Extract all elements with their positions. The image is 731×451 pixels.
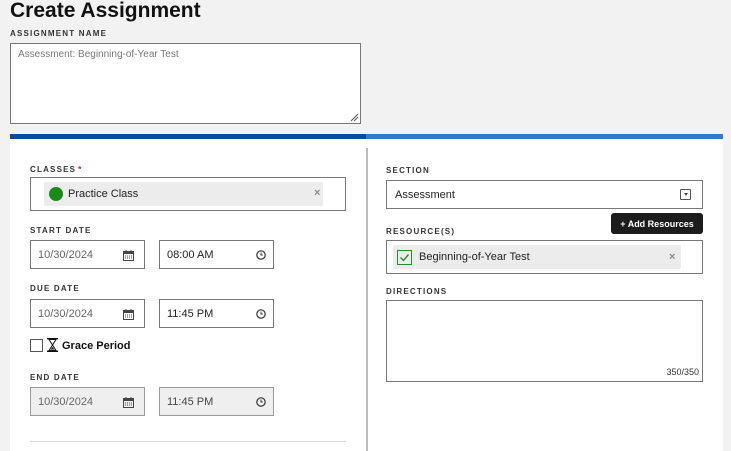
end-date-label: END DATE <box>30 373 80 382</box>
start-date-value: 10/30/2024 <box>38 248 94 261</box>
check-icon <box>397 249 412 265</box>
grace-period-checkbox[interactable] <box>30 339 43 352</box>
end-time-value: 11:45 PM <box>167 395 214 408</box>
section-select[interactable]: Assessment <box>386 180 703 209</box>
start-time-value: 08:00 AM <box>167 248 214 261</box>
classes-label: CLASSES * <box>30 165 83 174</box>
page-title: Create Assignment <box>10 0 201 22</box>
due-date-value: 10/30/2024 <box>38 307 94 320</box>
calendar-icon[interactable] <box>123 309 134 320</box>
calendar-icon[interactable] <box>123 397 134 408</box>
class-chip: Practice Class <box>44 182 323 206</box>
due-date-input[interactable]: 10/30/2024 <box>30 299 145 328</box>
character-counter: 350/350 <box>666 367 699 377</box>
remove-resource-button[interactable]: × <box>669 251 675 263</box>
start-date-label: START DATE <box>30 226 92 235</box>
grace-period-label: Grace Period <box>62 340 131 352</box>
class-chip-label: Practice Class <box>68 188 139 200</box>
dropdown-arrow-icon[interactable] <box>680 189 691 200</box>
remove-class-button[interactable]: × <box>314 187 320 199</box>
resources-box[interactable]: Beginning-of-Year Test × <box>386 240 703 274</box>
start-time-input[interactable]: 08:00 AM <box>159 240 274 269</box>
directions-label: DIRECTIONS <box>386 287 448 296</box>
calendar-icon[interactable] <box>123 250 134 261</box>
resource-chip-label: Beginning-of-Year Test <box>419 251 530 263</box>
assignment-name-label: ASSIGNMENT NAME <box>10 29 108 38</box>
end-time-input[interactable]: 11:45 PM <box>159 387 274 416</box>
end-date-value: 10/30/2024 <box>38 395 94 408</box>
resource-chip: Beginning-of-Year Test <box>393 245 681 269</box>
assignment-name-placeholder: Assessment: Beginning-of-Year Test <box>18 49 179 60</box>
assignment-name-input[interactable]: Assessment: Beginning-of-Year Test <box>10 43 361 124</box>
add-resources-button[interactable]: + Add Resources <box>611 213 703 234</box>
due-date-label: DUE DATE <box>30 284 80 293</box>
required-mark: * <box>78 165 83 174</box>
class-color-dot <box>49 187 63 201</box>
clock-icon[interactable] <box>256 397 266 407</box>
clock-icon[interactable] <box>256 250 266 260</box>
directions-textarea[interactable]: 350/350 <box>386 300 703 382</box>
section-value: Assessment <box>395 188 455 201</box>
column-divider <box>366 148 368 451</box>
classes-select[interactable]: Practice Class × <box>30 177 346 211</box>
section-label: SECTION <box>386 166 430 175</box>
due-time-input[interactable]: 11:45 PM <box>159 299 274 328</box>
start-date-input[interactable]: 10/30/2024 <box>30 240 145 269</box>
end-date-input[interactable]: 10/30/2024 <box>30 387 145 416</box>
section-divider <box>30 441 346 442</box>
resize-grip-icon[interactable] <box>350 113 359 122</box>
due-time-value: 11:45 PM <box>167 307 214 320</box>
resources-label: RESOURCE(S) <box>386 227 456 236</box>
clock-icon[interactable] <box>256 309 266 319</box>
hourglass-icon <box>47 338 58 352</box>
classes-label-text: CLASSES <box>30 165 77 174</box>
